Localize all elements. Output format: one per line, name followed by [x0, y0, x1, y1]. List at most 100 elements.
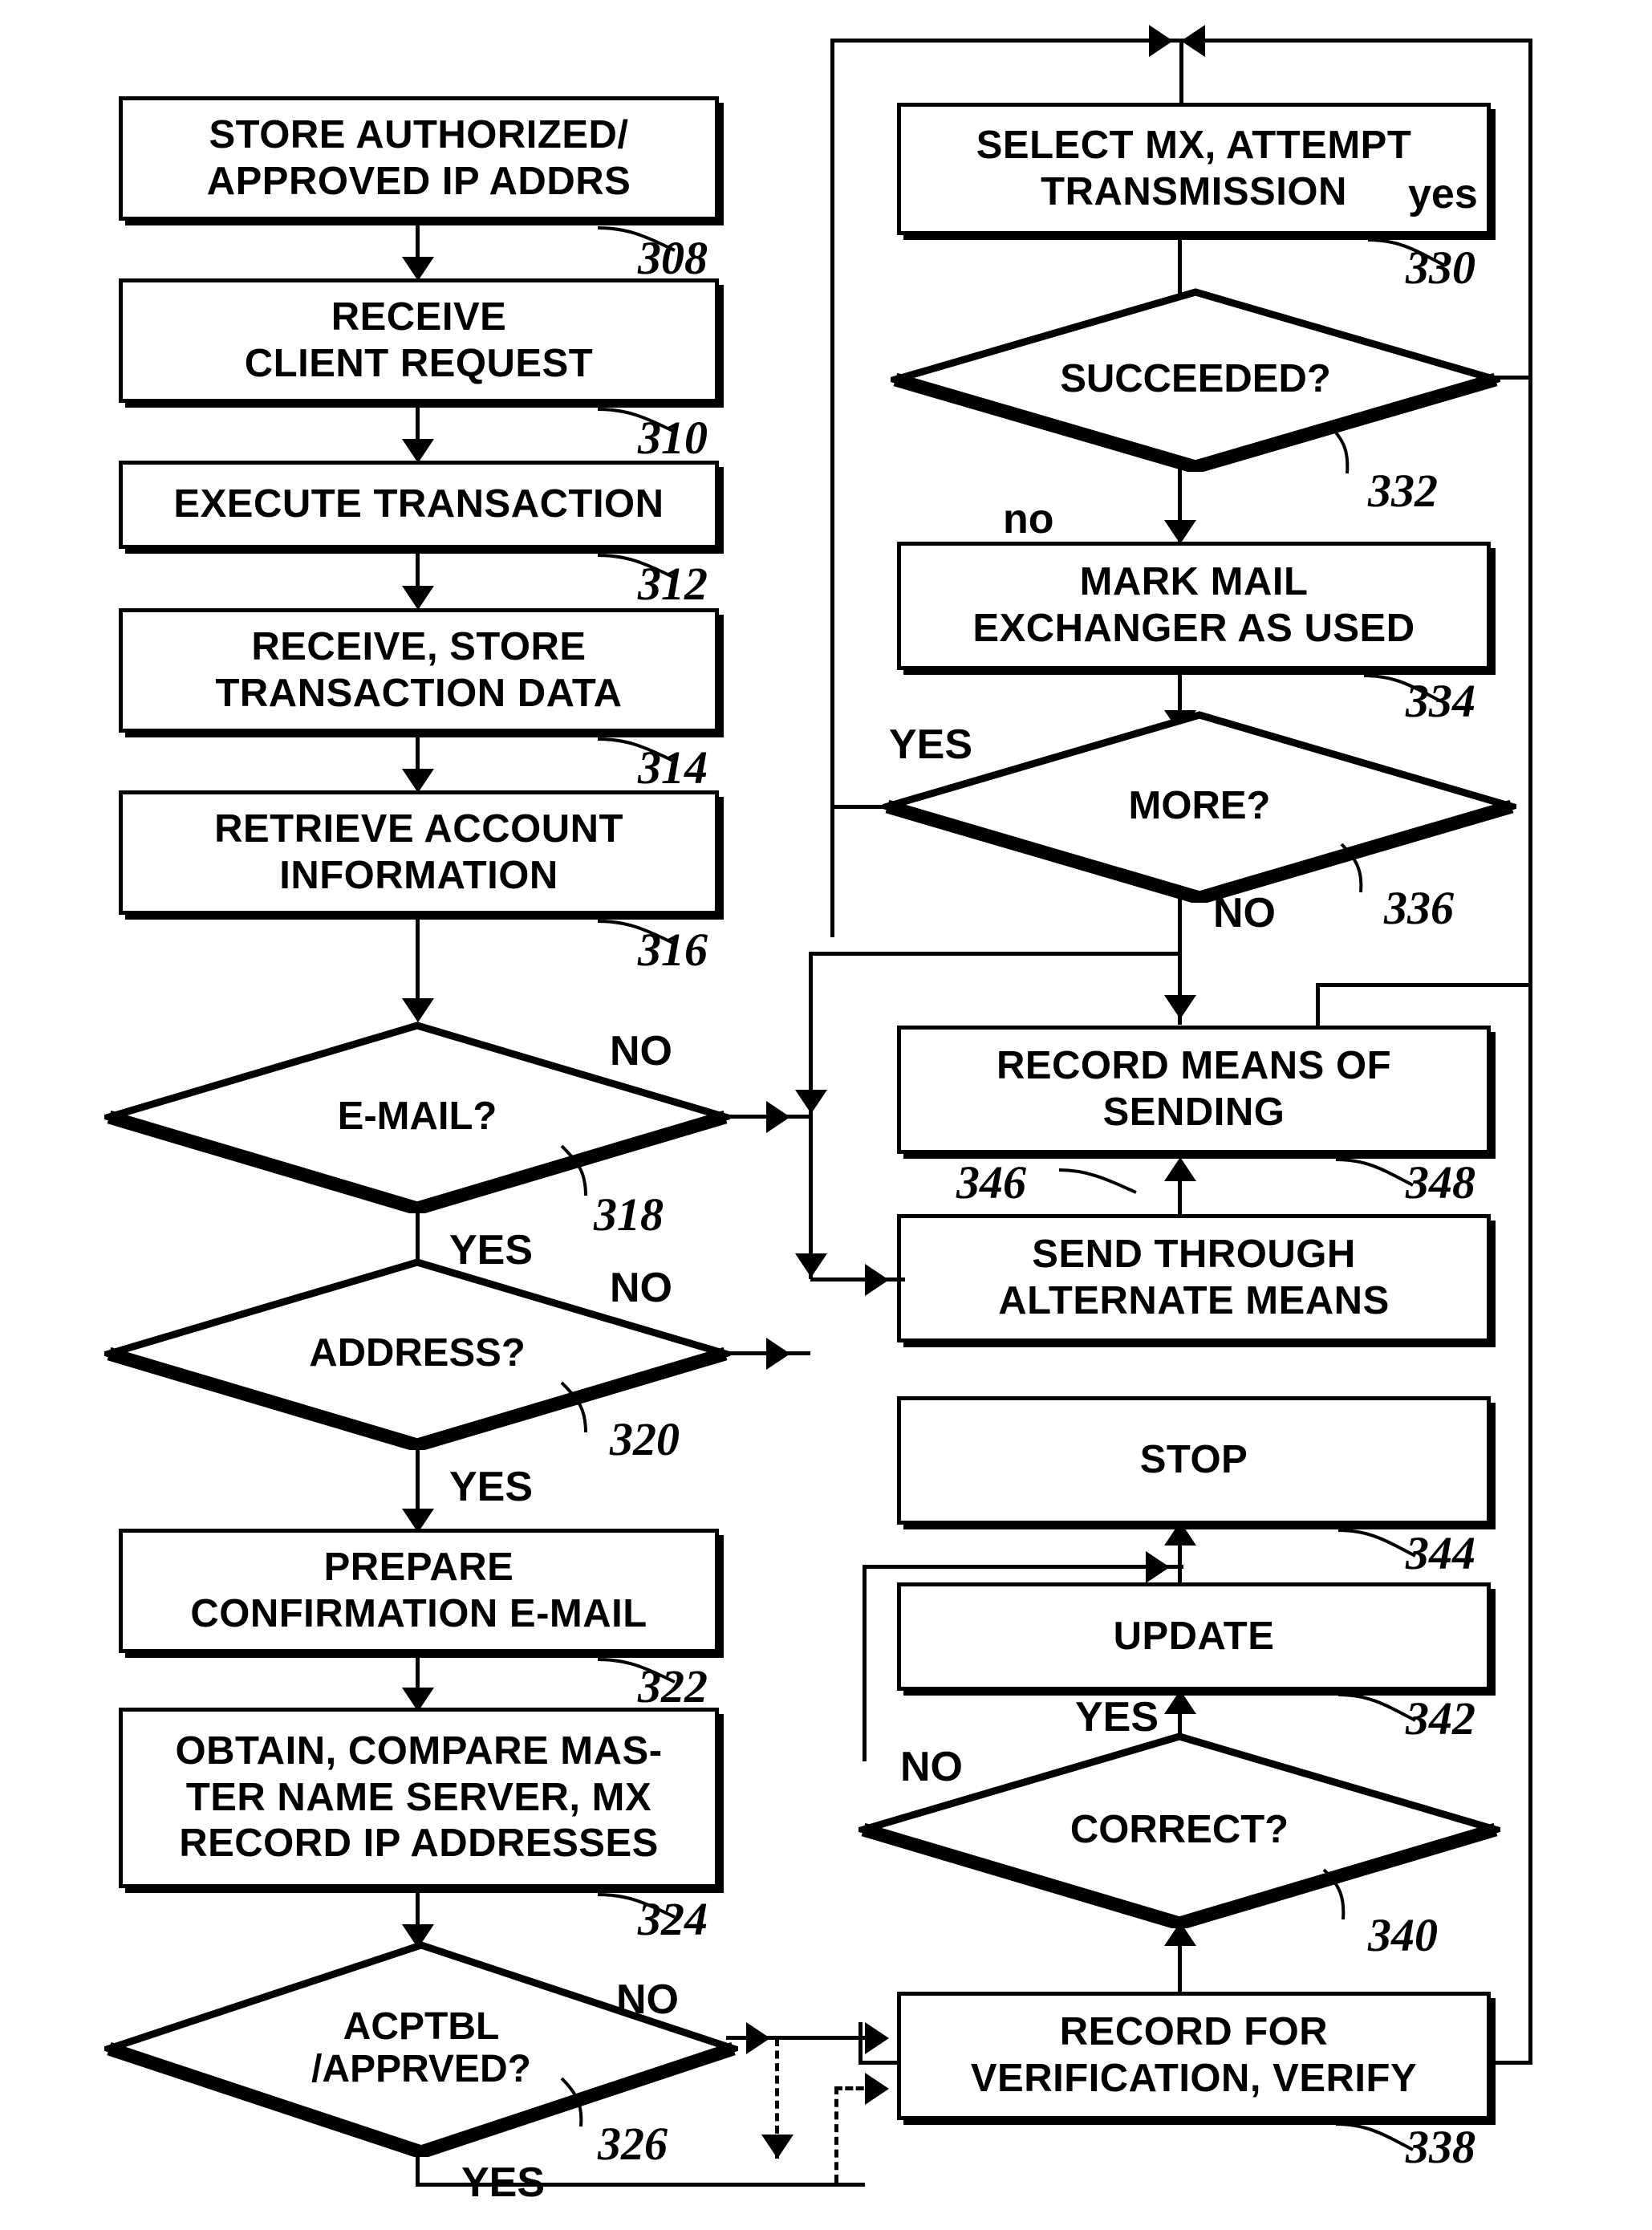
node-316-line-1: RETRIEVE ACCOUNT	[214, 806, 623, 851]
arrowhead-332-no	[1164, 520, 1196, 544]
node-314-line-1: RECEIVE, STORE	[251, 624, 587, 668]
connector-326-yes-right	[416, 2183, 865, 2187]
connector-dashed-up-left	[834, 2086, 838, 2183]
arrowhead-308-310	[402, 257, 434, 281]
node-314-line-2: TRANSACTION DATA	[215, 671, 623, 715]
connector-top-into-330	[1179, 40, 1183, 112]
node-348-record-means-of-sending: RECORD MEANS OF SENDING	[897, 1026, 1491, 1154]
arrowhead-342-344	[1164, 1521, 1196, 1546]
node-316-line-2: INFORMATION	[279, 853, 558, 897]
ref-310: 310	[638, 412, 708, 464]
node-316-retrieve-account-information: RETRIEVE ACCOUNT INFORMATION	[119, 790, 719, 915]
connector-junction-346	[810, 1277, 905, 1282]
edge-label-address-no: NO	[610, 1265, 672, 1311]
node-324-line-1: OBTAIN, COMPARE MAS-	[175, 1728, 663, 1773]
connector-332-yes-left	[1316, 983, 1532, 987]
edge-label-succeeded-no: no	[1003, 496, 1054, 542]
arrowhead-326-no-junction	[746, 2022, 770, 2054]
flowchart-canvas: STORE AUTHORIZED/ APPROVED IP ADDRS 308 …	[0, 0, 1652, 2230]
arrowhead-316-318	[402, 998, 434, 1022]
edge-label-email-no: NO	[610, 1028, 672, 1074]
edge-label-acptbl-no: NO	[616, 1976, 679, 2023]
node-338-line-2: VERIFICATION, VERIFY	[970, 2057, 1418, 2100]
connector-outer-left	[830, 39, 834, 937]
node-334-mark-mail-exchanger-as-used: MARK MAIL EXCHANGER AS USED	[897, 542, 1491, 670]
connector-336-yes-left	[830, 805, 893, 809]
node-348-line-2: SENDING	[1102, 1091, 1285, 1134]
arrowhead-into-348	[1164, 995, 1196, 1019]
ref-330: 330	[1406, 242, 1475, 294]
node-330-select-mx-attempt-transmission: SELECT MX, ATTEMPT TRANSMISSION	[897, 103, 1491, 235]
ref-338: 338	[1406, 2121, 1475, 2173]
ref-326: 326	[598, 2118, 668, 2170]
edge-label-succeeded-yes: yes	[1408, 171, 1478, 217]
edge-label-address-yes: YES	[449, 1464, 534, 1510]
node-312-execute-transaction: EXECUTE TRANSACTION	[119, 461, 719, 549]
node-322-line-1: PREPARE	[323, 1545, 514, 1589]
arrowhead-310-312	[402, 439, 434, 463]
arrowhead-312-314	[402, 586, 434, 610]
leader-346	[1058, 1165, 1147, 1199]
node-336-more-decision: MORE?	[883, 710, 1516, 903]
connector-330-332	[1178, 235, 1182, 295]
connector-332-yes-down	[1528, 376, 1532, 985]
node-314-receive-store-transaction-data: RECEIVE, STORE TRANSACTION DATA	[119, 608, 719, 733]
connector-332-yes-right	[1492, 376, 1532, 380]
node-310-receive-client-request: RECEIVE CLIENT REQUEST	[119, 278, 719, 403]
arrowhead-into-346	[865, 1264, 889, 1296]
arrowhead-junction-mid	[795, 1090, 827, 1114]
node-308-line-2: APPROVED IP ADDRS	[206, 159, 631, 203]
node-308-store-authorized-approved-ip-addrs: STORE AUTHORIZED/ APPROVED IP ADDRS	[119, 96, 719, 221]
arrowhead-338-340	[1164, 1922, 1196, 1946]
node-330-line-2: TRANSMISSION	[1041, 169, 1347, 213]
ref-346: 346	[956, 1156, 1026, 1208]
ref-312: 312	[638, 558, 708, 610]
arrowhead-320-no	[766, 1338, 790, 1370]
node-340-correct-decision: CORRECT?	[858, 1732, 1500, 1928]
node-342-line-1: UPDATE	[1113, 1614, 1275, 1658]
ref-348: 348	[1406, 1156, 1475, 1208]
ref-308: 308	[638, 232, 708, 284]
node-338-line-1: RECORD FOR	[1059, 2010, 1329, 2054]
node-338-record-for-verification-verify: RECORD FOR VERIFICATION, VERIFY	[897, 1992, 1491, 2120]
arrowhead-dashed-into-338	[865, 2073, 889, 2105]
node-346-line-1: SEND THROUGH	[1032, 1233, 1356, 1277]
node-348-line-1: RECORD MEANS OF	[996, 1044, 1392, 1088]
connector-outer-bottom-stub	[858, 2022, 863, 2065]
node-344-line-1: STOP	[1139, 1438, 1248, 1482]
node-324-line-2: TER NAME SERVER, MX	[185, 1775, 652, 1819]
connector-outer-right	[1528, 39, 1532, 2065]
arrowhead-326-no-into-338	[865, 2022, 889, 2054]
node-346-line-2: ALTERNATE MEANS	[998, 1279, 1390, 1322]
arrowhead-314-316	[402, 769, 434, 793]
connector-332-yes-into-348	[1316, 983, 1320, 1027]
node-312-line-1: EXECUTE TRANSACTION	[173, 482, 664, 526]
connector-junction-top	[809, 952, 1178, 956]
node-334-line-2: EXCHANGER AS USED	[972, 607, 1415, 650]
arrowhead-340-342	[1164, 1690, 1196, 1714]
node-322-prepare-confirmation-email: PREPARE CONFIRMATION E-MAIL	[119, 1529, 719, 1653]
connector-correct-no-into-344	[863, 1565, 1183, 1569]
node-308-line-1: STORE AUTHORIZED/	[209, 112, 629, 156]
node-346-send-through-alternate-means: SEND THROUGH ALTERNATE MEANS	[897, 1214, 1491, 1342]
arrowhead-top-left-in	[1149, 25, 1173, 57]
edge-label-more-no: NO	[1213, 890, 1276, 936]
ref-344: 344	[1406, 1527, 1475, 1579]
node-310-line-1: RECEIVE	[331, 294, 507, 339]
ref-320: 320	[610, 1413, 680, 1465]
arrowhead-top-right-in	[1181, 25, 1205, 57]
node-330-line-1: SELECT MX, ATTEMPT	[976, 123, 1412, 167]
node-342-update: UPDATE	[897, 1582, 1491, 1691]
node-324-line-3: RECORD IP ADDRESSES	[179, 1822, 659, 1866]
ref-336: 336	[1384, 882, 1454, 934]
ref-318: 318	[594, 1188, 664, 1241]
edge-label-more-yes: YES	[889, 721, 973, 768]
connector-326-yes-down	[416, 2151, 420, 2187]
arrowhead-326-dashed-drop	[761, 2135, 794, 2159]
ref-340: 340	[1368, 1909, 1438, 1961]
arrowhead-318-no	[766, 1101, 790, 1133]
node-334-line-1: MARK MAIL	[1079, 560, 1309, 604]
ref-314: 314	[638, 741, 708, 794]
arrowhead-346-348	[1164, 1157, 1196, 1181]
node-324-obtain-compare-master-name-server: OBTAIN, COMPARE MAS- TER NAME SERVER, MX…	[119, 1708, 719, 1888]
